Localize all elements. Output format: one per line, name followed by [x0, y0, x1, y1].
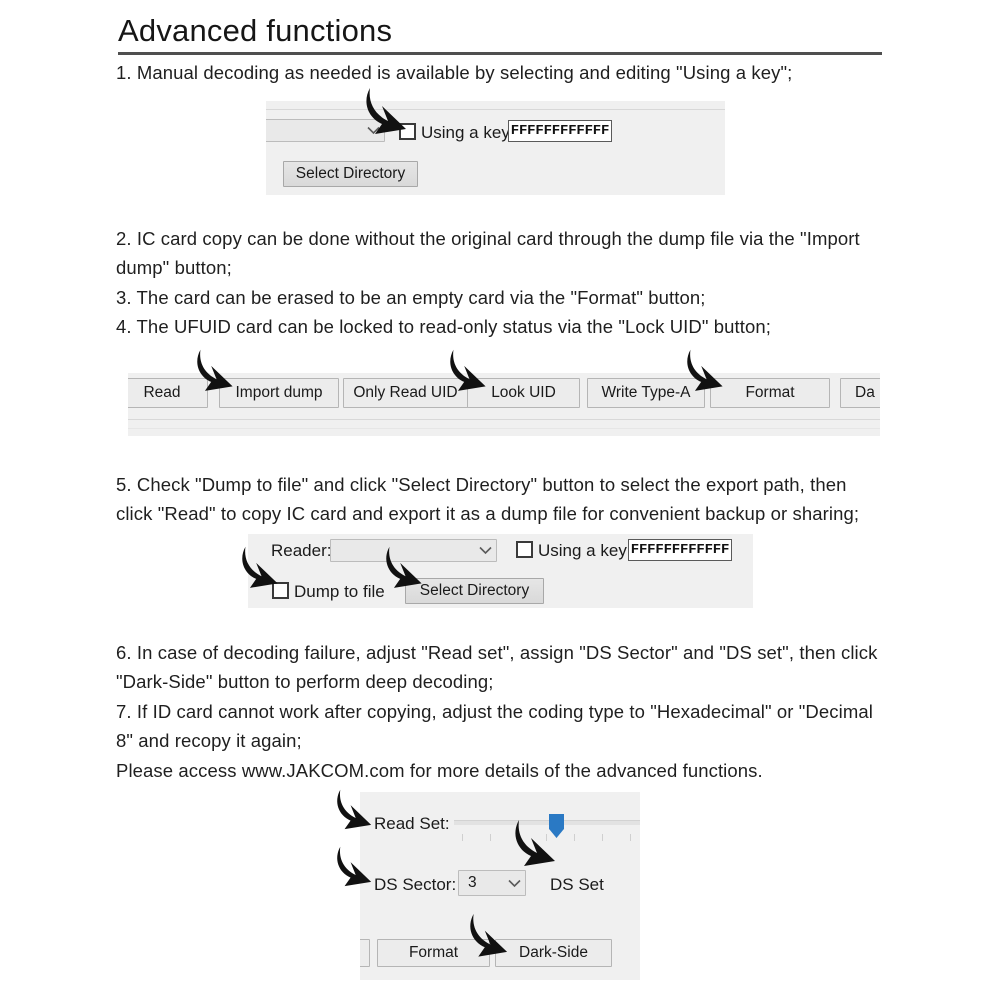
using-a-key-checkbox[interactable] [399, 123, 416, 140]
ds-sector-label: DS Sector: [374, 875, 457, 894]
write-type-a-button[interactable]: Write Type-A [587, 378, 705, 408]
key-type-combobox[interactable] [266, 119, 385, 142]
chevron-down-icon [362, 126, 384, 135]
title-divider [118, 52, 882, 55]
dump-to-file-label: Dump to file [294, 582, 385, 601]
select-directory-button[interactable]: Select Directory [283, 161, 418, 187]
reader-label: Reader: [271, 541, 332, 560]
chevron-down-icon [503, 879, 525, 888]
instruction-6: 6. In case of decoding failure, adjust "… [116, 642, 878, 692]
page-title: Advanced functions [118, 13, 393, 48]
instruction-1: 1. Manual decoding as needed is availabl… [116, 62, 793, 83]
using-a-key-label: Using a key [538, 541, 627, 560]
ds-set-label: DS Set [550, 875, 604, 894]
card-actions-panel: Read Import dump Only Read UID Look UID … [128, 373, 880, 436]
instruction-7: 7. If ID card cannot work after copying,… [116, 701, 873, 751]
chevron-down-icon [474, 546, 496, 555]
ds-sector-combobox-value: 3 [468, 874, 477, 891]
read-set-label: Read Set: [374, 814, 450, 833]
dark-side-button[interactable]: Dark-Side [495, 939, 612, 967]
look-uid-button[interactable]: Look UID [467, 378, 580, 408]
read-set-slider-track[interactable] [454, 820, 640, 825]
instruction-5: 5. Check "Dump to file" and click "Selec… [116, 474, 860, 524]
select-directory-button[interactable]: Select Directory [405, 578, 544, 604]
instruction-8: Please access www.JAKCOM.com for more de… [116, 760, 763, 781]
instruction-4: 4. The UFUID card can be locked to read-… [116, 316, 772, 337]
format-button[interactable]: Format [710, 378, 830, 408]
ds-sector-combobox[interactable]: 3 [458, 870, 526, 896]
key-value-field[interactable]: FFFFFFFFFFFF [508, 120, 612, 142]
key-value-field[interactable]: FFFFFFFFFFFF [628, 539, 732, 561]
reader-dump-panel: Reader: Using a key FFFFFFFFFFFF Dump to… [248, 534, 753, 608]
only-read-uid-button[interactable]: Only Read UID [343, 378, 468, 408]
format-button[interactable]: Format [377, 939, 490, 967]
dump-to-file-checkbox[interactable] [272, 582, 289, 599]
panel-top-divider [266, 109, 725, 110]
panel-bottom-divider-2 [128, 428, 880, 429]
using-a-key-label: Using a key [421, 123, 510, 142]
read-set-slider-ticks [454, 834, 640, 841]
dark-side-settings-panel: Read Set: DS Sector: 3 DS Set Format Dar… [360, 792, 640, 980]
using-a-key-checkbox[interactable] [516, 541, 533, 558]
dark-side-button-truncated[interactable]: Da [840, 378, 880, 408]
partial-button-left[interactable] [360, 939, 370, 967]
panel-bottom-divider [128, 419, 880, 420]
read-button[interactable]: Read [128, 378, 208, 408]
using-a-key-panel: Using a key FFFFFFFFFFFF Select Director… [266, 101, 725, 195]
instruction-3: 3. The card can be erased to be an empty… [116, 287, 706, 308]
instruction-2: 2. IC card copy can be done without the … [116, 228, 860, 278]
reader-combobox[interactable] [330, 539, 497, 562]
import-dump-button[interactable]: Import dump [219, 378, 339, 408]
